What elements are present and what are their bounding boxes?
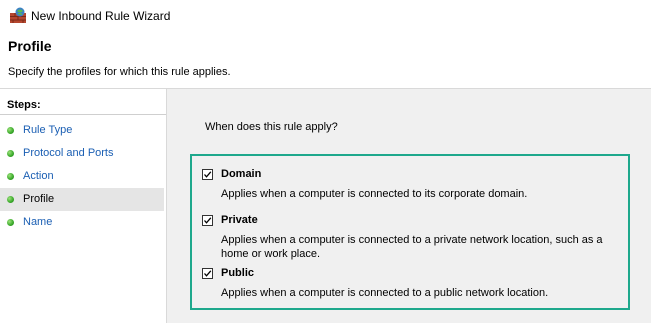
- step-name[interactable]: Name: [0, 211, 164, 234]
- checkmark-icon: [204, 171, 212, 178]
- step-label[interactable]: Protocol and Ports: [23, 147, 114, 159]
- domain-label[interactable]: Domain: [221, 168, 261, 180]
- step-rule-type[interactable]: Rule Type: [0, 119, 164, 142]
- checkmark-icon: [204, 270, 212, 277]
- private-label[interactable]: Private: [221, 214, 258, 226]
- step-profile[interactable]: Profile: [0, 188, 164, 211]
- content-panel: When does this rule apply? Domain Applie…: [167, 89, 651, 323]
- page-title: Profile: [8, 38, 52, 54]
- title-bar: New Inbound Rule Wizard: [0, 0, 651, 32]
- step-label[interactable]: Name: [23, 216, 52, 228]
- steps-sidebar: Steps: Rule Type Protocol and Ports Acti…: [0, 89, 167, 323]
- domain-description: Applies when a computer is connected to …: [221, 188, 528, 200]
- page-header: Profile Specify the profiles for which t…: [0, 32, 651, 88]
- window-title: New Inbound Rule Wizard: [31, 9, 171, 23]
- steps-divider: [0, 114, 166, 115]
- step-label[interactable]: Action: [23, 170, 54, 182]
- public-label[interactable]: Public: [221, 267, 254, 279]
- public-description: Applies when a computer is connected to …: [221, 287, 549, 299]
- green-dot-icon: [7, 196, 14, 203]
- checkmark-icon: [204, 217, 212, 224]
- private-checkbox[interactable]: [202, 215, 213, 226]
- step-action[interactable]: Action: [0, 165, 164, 188]
- step-label: Profile: [23, 193, 55, 205]
- green-dot-icon: [7, 150, 14, 157]
- step-protocol-and-ports[interactable]: Protocol and Ports: [0, 142, 164, 165]
- private-description: Applies when a computer is connected to …: [221, 234, 603, 260]
- domain-checkbox[interactable]: [202, 169, 213, 180]
- green-dot-icon: [7, 173, 14, 180]
- steps-heading: Steps:: [7, 99, 41, 111]
- question-text: When does this rule apply?: [205, 121, 338, 133]
- step-label[interactable]: Rule Type: [23, 124, 72, 136]
- public-checkbox[interactable]: [202, 268, 213, 279]
- green-dot-icon: [7, 219, 14, 226]
- green-dot-icon: [7, 127, 14, 134]
- firewall-icon: [9, 7, 27, 24]
- page-subtitle: Specify the profiles for which this rule…: [8, 66, 231, 78]
